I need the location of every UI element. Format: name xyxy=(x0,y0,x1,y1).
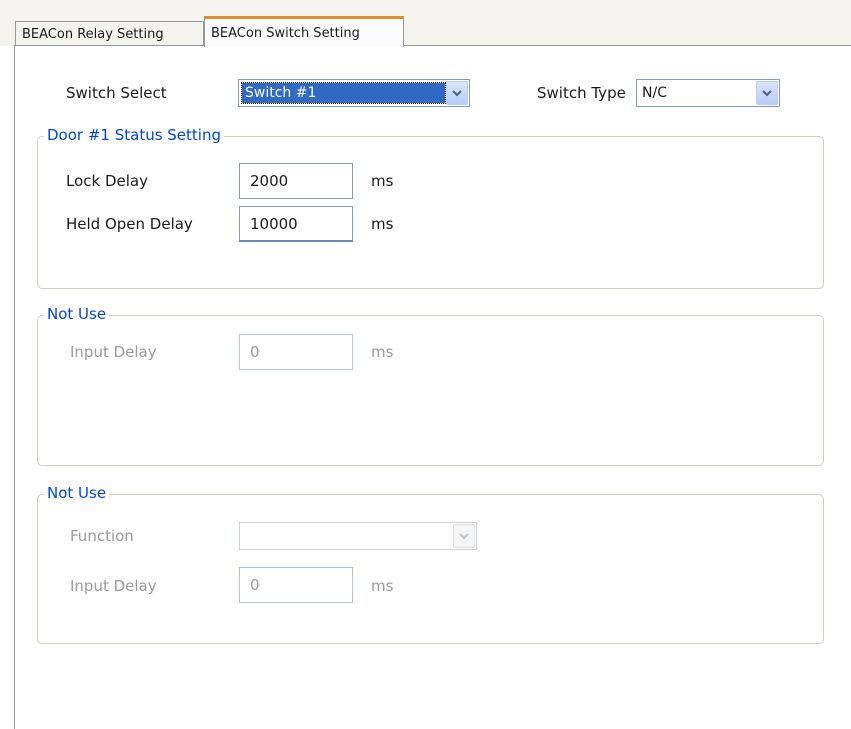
held-open-delay-label: Held Open Delay xyxy=(66,215,193,233)
switch-type-value: N/C xyxy=(642,85,667,101)
input-delay-input-1[interactable]: 0 xyxy=(239,334,353,370)
switch-select-label: Switch Select xyxy=(66,84,167,102)
not-use-group-1-title: Not Use xyxy=(44,305,110,323)
input-delay-label-1: Input Delay xyxy=(70,343,157,361)
tab-beacon-relay-setting[interactable]: BEACon Relay Setting xyxy=(15,21,204,46)
switch-select-dropdown[interactable]: Switch #1 xyxy=(238,79,470,107)
function-dropdown[interactable] xyxy=(239,522,477,550)
input-delay-unit-2: ms xyxy=(371,577,394,595)
function-label: Function xyxy=(70,527,134,545)
chevron-down-icon[interactable] xyxy=(453,524,475,548)
tab-beacon-switch-setting[interactable]: BEACon Switch Setting xyxy=(204,16,404,47)
lock-delay-label: Lock Delay xyxy=(66,172,148,190)
input-delay-input-2[interactable]: 0 xyxy=(239,567,353,603)
held-open-delay-unit: ms xyxy=(371,215,394,233)
lock-delay-input[interactable]: 2000 xyxy=(239,163,353,199)
switch-type-label: Switch Type xyxy=(537,84,626,102)
function-value xyxy=(243,526,452,546)
door-status-group-title: Door #1 Status Setting xyxy=(44,126,224,144)
chevron-down-icon[interactable] xyxy=(756,81,778,105)
chevron-down-icon[interactable] xyxy=(446,81,468,105)
not-use-group-2 xyxy=(37,494,824,644)
not-use-group-2-title: Not Use xyxy=(44,484,110,502)
not-use-group-1 xyxy=(37,315,824,466)
input-delay-label-2: Input Delay xyxy=(70,577,157,595)
switch-select-value: Switch #1 xyxy=(241,82,446,104)
held-open-delay-input[interactable]: 10000 xyxy=(239,206,353,242)
lock-delay-unit: ms xyxy=(371,172,394,190)
tab-strip: BEACon Relay Setting BEACon Switch Setti… xyxy=(0,0,851,47)
door-status-group xyxy=(37,136,824,289)
switch-type-dropdown[interactable]: N/C xyxy=(636,79,780,107)
input-delay-unit-1: ms xyxy=(371,343,394,361)
